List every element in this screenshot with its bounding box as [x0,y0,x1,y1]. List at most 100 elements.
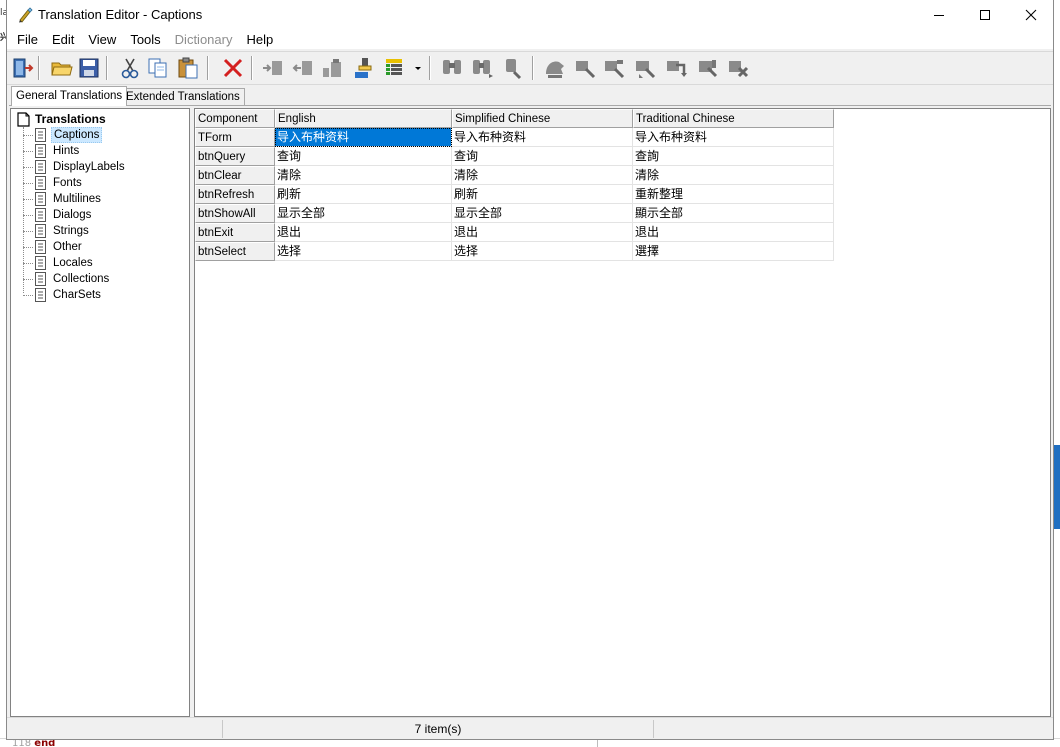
menu-help[interactable]: Help [239,32,280,47]
paste-button[interactable] [175,55,201,81]
replace-button[interactable] [499,55,525,81]
cell-simplified-chinese[interactable]: 清除 [452,166,633,185]
document-icon [17,111,30,127]
cell-traditional-chinese[interactable]: 重新整理 [633,185,834,204]
tab-general-translations[interactable]: General Translations [11,86,128,106]
tree-root-translations[interactable]: Translations [17,111,106,127]
highlight-button[interactable] [351,55,377,81]
minimize-icon [934,15,944,16]
save-button[interactable] [76,55,102,81]
menu-tools[interactable]: Tools [123,32,167,47]
mark-icon [699,60,718,78]
row-header[interactable]: btnQuery [195,147,275,166]
translation-grid[interactable]: Component English Simplified Chinese Tra… [194,108,1051,717]
import-button[interactable] [260,55,286,81]
tree-item-displaylabels[interactable]: DisplayLabels [23,159,127,175]
tree-item-other[interactable]: Other [23,239,84,255]
tree-root-label: Translations [35,112,106,126]
cell-traditional-chinese[interactable]: 退出 [633,223,834,242]
tab-extended-translations[interactable]: Extended Translations [121,88,245,106]
table-row: btnShowAll 显示全部 显示全部 顯示全部 [195,204,834,223]
next-item-button[interactable] [663,55,689,81]
menu-file[interactable]: File [10,32,45,47]
cell-traditional-chinese[interactable]: 選擇 [633,242,834,261]
cut-button[interactable] [117,55,143,81]
prev-untranslated-button[interactable] [572,55,598,81]
close-button[interactable] [1008,0,1054,30]
delete-icon [223,58,243,78]
prev-item-button[interactable] [632,55,658,81]
cell-traditional-chinese[interactable]: 导入布种资料 [633,128,834,147]
list-options-dropdown[interactable] [411,55,425,81]
column-header-component[interactable]: Component [195,109,275,128]
find-next-button[interactable] [469,55,495,81]
cell-traditional-chinese[interactable]: 清除 [633,166,834,185]
row-header[interactable]: btnExit [195,223,275,242]
mark-button[interactable] [695,55,721,81]
next-untranslated-button[interactable] [601,55,627,81]
document-icon [35,192,46,206]
next-untranslated-icon [605,60,625,79]
row-header[interactable]: btnSelect [195,242,275,261]
menu-view[interactable]: View [81,32,123,47]
translate-button[interactable] [542,55,568,81]
row-header[interactable]: btnRefresh [195,185,275,204]
open-button[interactable] [49,55,75,81]
column-header-simplified-chinese[interactable]: Simplified Chinese [452,109,633,128]
cell-english[interactable]: 清除 [275,166,452,185]
column-header-english[interactable]: English [275,109,452,128]
cell-simplified-chinese[interactable]: 导入布种资料 [452,128,633,147]
cell-simplified-chinese[interactable]: 退出 [452,223,633,242]
tree-item-strings[interactable]: Strings [23,223,91,239]
tree-item-fonts[interactable]: Fonts [23,175,84,191]
tree-item-captions[interactable]: Captions [23,127,103,143]
cell-simplified-chinese[interactable]: 刷新 [452,185,633,204]
table-row: btnClear 清除 清除 清除 [195,166,834,185]
cell-english[interactable]: 显示全部 [275,204,452,223]
tree-item-charsets[interactable]: CharSets [23,287,103,303]
find-button[interactable] [439,55,465,81]
merge-button[interactable] [319,55,345,81]
cell-english[interactable]: 刷新 [275,185,452,204]
menu-edit[interactable]: Edit [45,32,81,47]
export-button[interactable] [290,55,316,81]
tree-item-dialogs[interactable]: Dialogs [23,207,93,223]
tree-item-locales[interactable]: Locales [23,255,95,271]
cell-traditional-chinese[interactable]: 顯示全部 [633,204,834,223]
row-header[interactable]: TForm [195,128,275,147]
document-icon [35,176,46,190]
copy-icon [148,58,167,78]
prev-item-icon [636,61,656,79]
maximize-button[interactable] [962,0,1008,30]
cell-english[interactable]: 选择 [275,242,452,261]
list-options-button[interactable] [382,55,408,81]
tree-item-multilines[interactable]: Multilines [23,191,103,207]
row-header[interactable]: btnClear [195,166,275,185]
cell-traditional-chinese[interactable]: 查詢 [633,147,834,166]
column-header-traditional-chinese[interactable]: Traditional Chinese [633,109,834,128]
category-tree[interactable]: Translations Captions Hints DisplayLabel… [10,108,190,717]
row-header[interactable]: btnShowAll [195,204,275,223]
table-row: btnRefresh 刷新 刷新 重新整理 [195,185,834,204]
replace-icon [506,59,522,80]
tree-item-collections[interactable]: Collections [23,271,111,287]
cell-simplified-chinese[interactable]: 查询 [452,147,633,166]
delete-button[interactable] [220,55,246,81]
cell-simplified-chinese[interactable]: 显示全部 [452,204,633,223]
cell-english[interactable]: 导入布种资料 [275,128,452,147]
tree-item-label: CharSets [53,289,101,301]
minimize-button[interactable] [916,0,962,30]
clear-mark-button[interactable] [725,55,751,81]
menu-dictionary[interactable]: Dictionary [168,32,240,47]
next-item-icon [667,61,687,77]
tree-item-label: Fonts [53,177,82,189]
cell-english[interactable]: 退出 [275,223,452,242]
cell-simplified-chinese[interactable]: 选择 [452,242,633,261]
title-bar[interactable]: Translation Editor - Captions [7,0,1053,30]
translate-icon [546,61,564,78]
export-icon [292,61,312,75]
exit-button[interactable] [10,55,36,81]
tree-item-hints[interactable]: Hints [23,143,81,159]
cell-english[interactable]: 查询 [275,147,452,166]
copy-button[interactable] [145,55,171,81]
